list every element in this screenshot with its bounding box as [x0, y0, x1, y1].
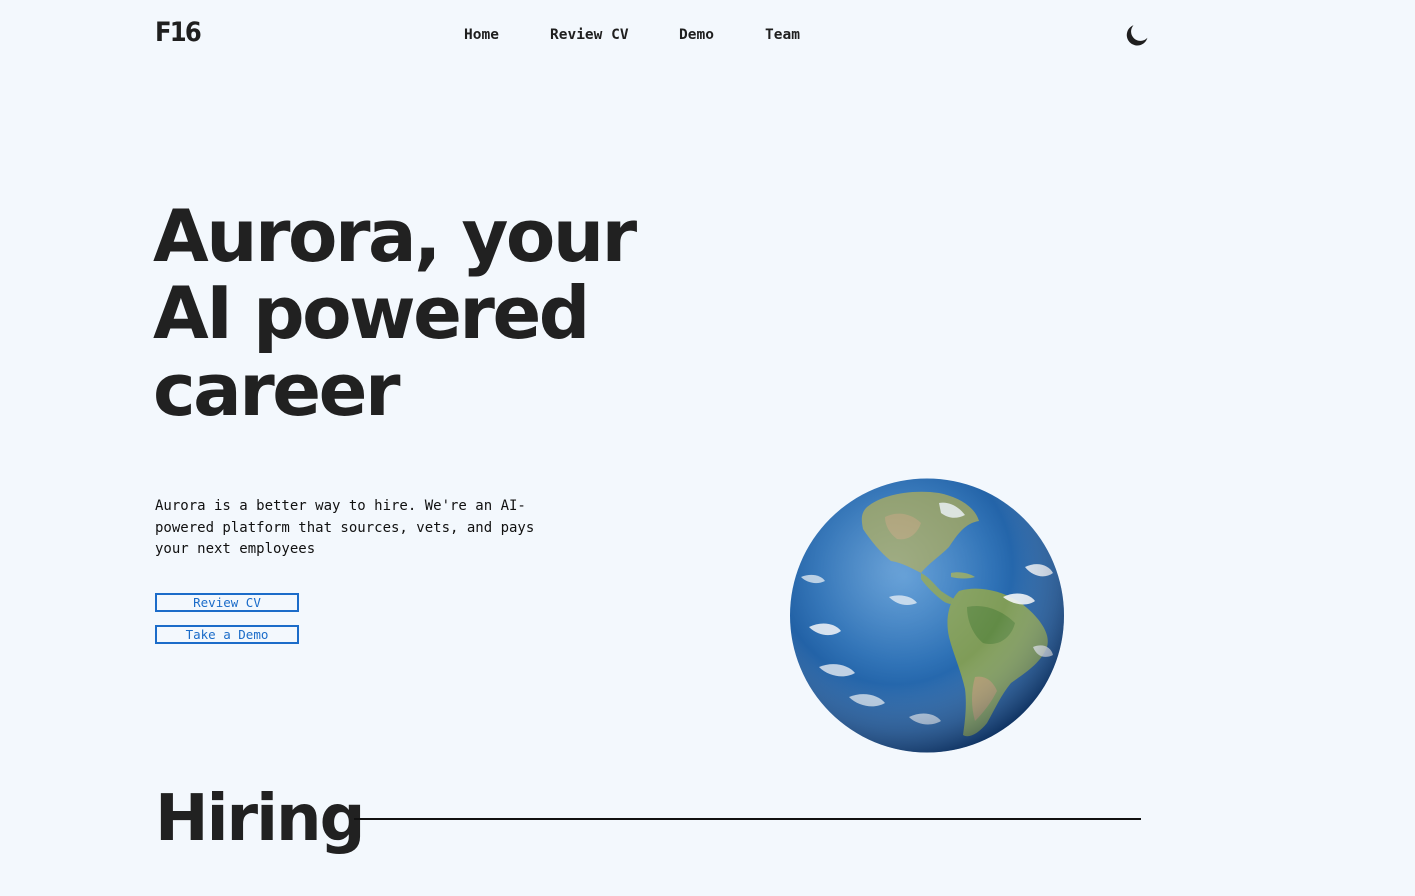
nav-review-cv[interactable]: Review CV — [550, 22, 629, 48]
earth-globe-image — [790, 478, 1064, 753]
hiring-section-title: Hiring — [155, 782, 365, 856]
section-divider-line — [354, 818, 1141, 820]
brand-logo[interactable]: F16 — [155, 16, 202, 50]
hero-title: Aurora, your AI powered career — [153, 198, 773, 429]
hero-description: Aurora is a better way to hire. We're an… — [155, 498, 535, 557]
theme-toggle-button[interactable] — [1124, 22, 1150, 48]
review-cv-button[interactable]: Review CV — [155, 593, 299, 612]
nav-team[interactable]: Team — [765, 22, 800, 48]
moon-icon — [1126, 25, 1148, 46]
hero-title-line-2: AI powered — [153, 271, 590, 355]
nav-demo[interactable]: Demo — [679, 22, 714, 48]
hero-title-line-1: Aurora, your — [153, 194, 637, 278]
nav-home[interactable]: Home — [464, 22, 499, 48]
hero-title-line-3: career — [153, 348, 400, 432]
take-demo-button[interactable]: Take a Demo — [155, 625, 299, 644]
